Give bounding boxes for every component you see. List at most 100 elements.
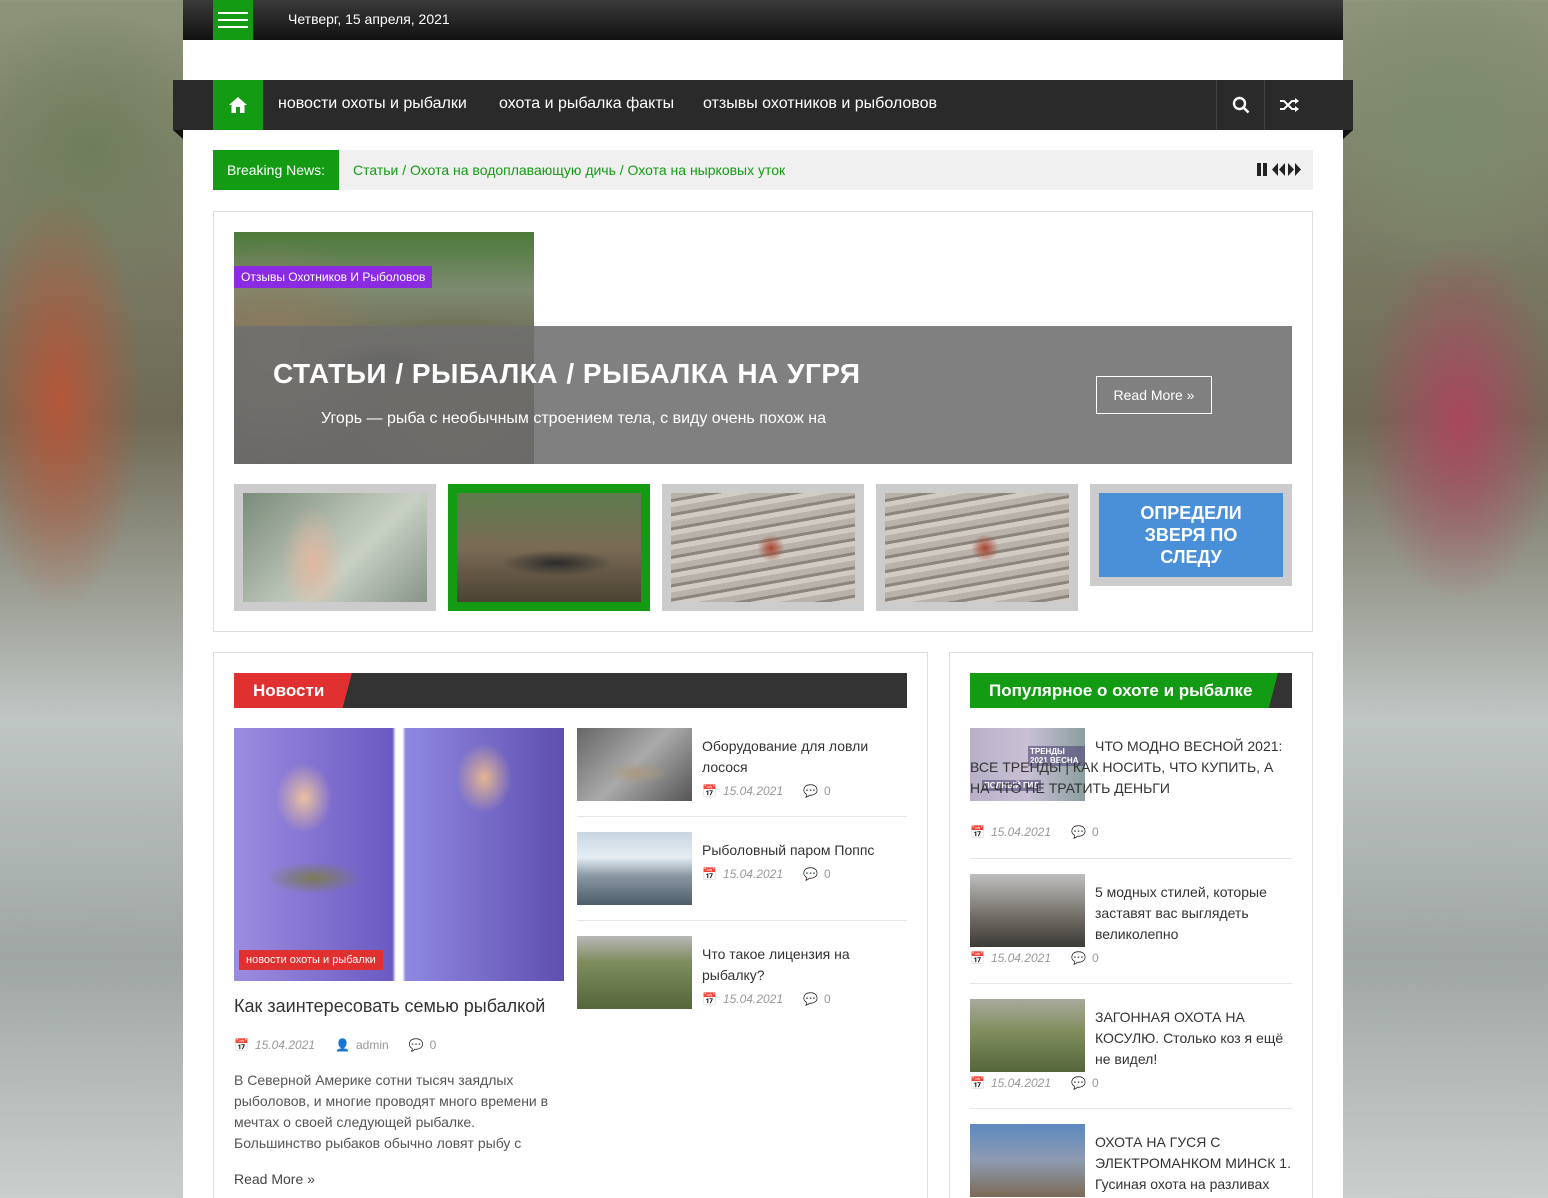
popular-heading: Популярное о охоте и рыбалке	[970, 673, 1278, 708]
slider-thumb[interactable]	[876, 484, 1078, 611]
news-item-image[interactable]	[577, 728, 692, 801]
news-item-title[interactable]: Рыболовный паром Поппс	[702, 840, 874, 861]
read-more-label: Read More	[234, 1171, 304, 1187]
news-comments[interactable]: 0	[430, 1038, 437, 1052]
news-item-image[interactable]	[577, 936, 692, 1009]
popular-item-date: 15.04.2021	[990, 951, 1052, 965]
popular-item-image[interactable]	[970, 999, 1085, 1072]
news-item-comments[interactable]: 0	[824, 992, 831, 1006]
comment-icon: 💬	[803, 784, 818, 798]
popular-item-meta: 📅 15.04.2021 💬 0	[970, 825, 1099, 839]
popular-item-image[interactable]	[970, 1124, 1085, 1197]
news-item-meta: 📅 15.04.2021 💬 0	[702, 992, 831, 1006]
main-news-title[interactable]: Как заинтересовать семью рыбалкой	[234, 996, 545, 1017]
news-heading: Новости	[234, 673, 352, 708]
popular-item-title[interactable]: ЗАГОННАЯ ОХОТА НА КОСУЛЮ. Столько коз я …	[1095, 1007, 1292, 1070]
random-post-button[interactable]	[1264, 80, 1312, 130]
main-news-meta: 📅 15.04.2021 👤 admin 💬 0	[234, 1038, 436, 1052]
comment-icon: 💬	[1071, 1076, 1086, 1090]
comment-icon: 💬	[1071, 951, 1086, 965]
news-item-comments[interactable]: 0	[824, 867, 831, 881]
popular-item-image[interactable]	[970, 874, 1085, 947]
news-item-date: 15.04.2021	[722, 867, 784, 881]
home-button[interactable]	[213, 80, 263, 130]
banner-text: ОПРЕДЕЛИ ЗВЕРЯ ПО СЛЕДУ	[1099, 493, 1283, 577]
calendar-icon: 📅	[702, 867, 717, 881]
slide[interactable]: Отзывы Охотников И Рыболовов СТАТЬИ / РЫ…	[234, 232, 1292, 464]
calendar-icon: 📅	[234, 1038, 249, 1052]
news-item-image[interactable]	[577, 832, 692, 905]
current-date: Четверг, 15 апреля, 2021	[288, 11, 450, 27]
comment-icon: 💬	[408, 1038, 424, 1052]
search-icon	[1232, 96, 1249, 114]
news-item-title[interactable]: Оборудование для ловли лосося	[702, 736, 907, 778]
thumb-image	[885, 493, 1069, 602]
news-date: 15.04.2021	[254, 1038, 316, 1052]
main-news-excerpt: В Северной Америке сотни тысяч заядлых р…	[234, 1072, 549, 1151]
menu-hamburger-icon[interactable]	[213, 0, 253, 40]
nav-item-facts[interactable]: охота и рыбалка факты	[499, 95, 674, 113]
news-item-date: 15.04.2021	[722, 992, 784, 1006]
popular-heading-bar: Популярное о охоте и рыбалке	[970, 673, 1292, 708]
popular-item-comments[interactable]: 0	[1092, 1076, 1099, 1090]
nav-item-news[interactable]: новости охоты и рыбалки	[278, 95, 467, 113]
slider-thumb-active[interactable]	[448, 484, 650, 611]
slider-thumb[interactable]	[662, 484, 864, 611]
featured-slider: Отзывы Охотников И Рыболовов СТАТЬИ / РЫ…	[213, 211, 1313, 632]
popular-item-date: 15.04.2021	[990, 825, 1052, 839]
divider	[970, 1108, 1292, 1109]
slide-category[interactable]: Отзывы Охотников И Рыболовов	[234, 266, 433, 288]
popular-item-title[interactable]: ЧТО МОДНО ВЕСНОЙ 2021: ВСЕ ТРЕНДЫ | КАК …	[970, 736, 1292, 799]
thumb-image	[457, 493, 641, 602]
slide-caption: СТАТЬИ / РЫБАЛКА / РЫБАЛКА НА УГРЯ Угорь…	[234, 326, 1292, 464]
popular-item-date: 15.04.2021	[990, 1076, 1052, 1090]
track-banner[interactable]: ОПРЕДЕЛИ ЗВЕРЯ ПО СЛЕДУ	[1090, 484, 1292, 586]
slide-excerpt: Угорь — рыба с необычным строением тела,…	[321, 410, 826, 427]
top-bar: Четверг, 15 апреля, 2021	[183, 0, 1343, 40]
popular-sidebar: Популярное о охоте и рыбалке ТРЕНДЫ 2021…	[949, 652, 1313, 1198]
main-news-read-more[interactable]: Read More »	[234, 1171, 315, 1187]
calendar-icon: 📅	[970, 1076, 985, 1090]
news-item-title[interactable]: Что такое лицензия на рыбалку?	[702, 944, 907, 986]
popular-item-comments[interactable]: 0	[1092, 951, 1099, 965]
main-news-image[interactable]: новости охоты и рыбалки	[234, 728, 564, 981]
pause-icon[interactable]	[1257, 163, 1269, 176]
calendar-icon: 📅	[702, 992, 717, 1006]
news-item-date: 15.04.2021	[722, 784, 784, 798]
page-wrapper: Четверг, 15 апреля, 2021 Breaking News: …	[183, 0, 1343, 1198]
breaking-news-link[interactable]: Статьи / Охота на водоплавающую дичь / О…	[353, 162, 785, 178]
ticker-controls	[1257, 163, 1301, 176]
slider-thumb[interactable]	[234, 484, 436, 611]
news-item-meta: 📅 15.04.2021 💬 0	[702, 867, 831, 881]
news-item-comments[interactable]: 0	[824, 784, 831, 798]
divider	[577, 920, 907, 921]
double-chevron-right-icon: »	[307, 1171, 315, 1187]
nav-item-reviews[interactable]: отзывы охотников и рыболовов	[703, 95, 937, 113]
popular-item-meta: 📅 15.04.2021 💬 0	[970, 951, 1099, 965]
calendar-icon: 📅	[970, 951, 985, 965]
divider	[577, 816, 907, 817]
main-navigation: новости охоты и рыбалки охота и рыбалка …	[173, 80, 1353, 139]
calendar-icon: 📅	[970, 825, 985, 839]
shuffle-icon	[1279, 98, 1299, 112]
popular-item-title[interactable]: ОХОТА НА ГУСЯ С ЭЛЕКТРОМАНКОМ МИНСК 1. Г…	[1095, 1132, 1292, 1195]
search-button[interactable]	[1216, 80, 1264, 130]
slide-read-more-button[interactable]: Read More »	[1096, 376, 1212, 414]
news-item-meta: 📅 15.04.2021 💬 0	[702, 784, 831, 798]
next-icon[interactable]	[1288, 163, 1301, 176]
double-chevron-right-icon: »	[1186, 387, 1195, 403]
user-icon: 👤	[335, 1038, 350, 1052]
news-heading-bar: Новости	[234, 673, 907, 708]
news-author[interactable]: admin	[356, 1038, 389, 1052]
main-news-category[interactable]: новости охоты и рыбалки	[239, 950, 383, 970]
news-section: Новости новости охоты и рыбалки Как заин…	[213, 652, 928, 1198]
thumb-image	[243, 493, 427, 602]
calendar-icon: 📅	[702, 784, 717, 798]
popular-item-title[interactable]: 5 модных стилей, которые заставят вас вы…	[1095, 882, 1290, 945]
slide-title[interactable]: СТАТЬИ / РЫБАЛКА / РЫБАЛКА НА УГРЯ	[273, 358, 860, 390]
breaking-news-ticker: Breaking News: Статьи / Охота на водопла…	[213, 150, 1313, 190]
popular-item[interactable]: ТРЕНДЫ 2021 ВЕСНА ПОЛНЫЙ ГИД ЧТО МОДНО В…	[970, 728, 1292, 843]
popular-item-comments[interactable]: 0	[1092, 825, 1099, 839]
comment-icon: 💬	[803, 867, 818, 881]
prev-icon[interactable]	[1272, 163, 1285, 176]
